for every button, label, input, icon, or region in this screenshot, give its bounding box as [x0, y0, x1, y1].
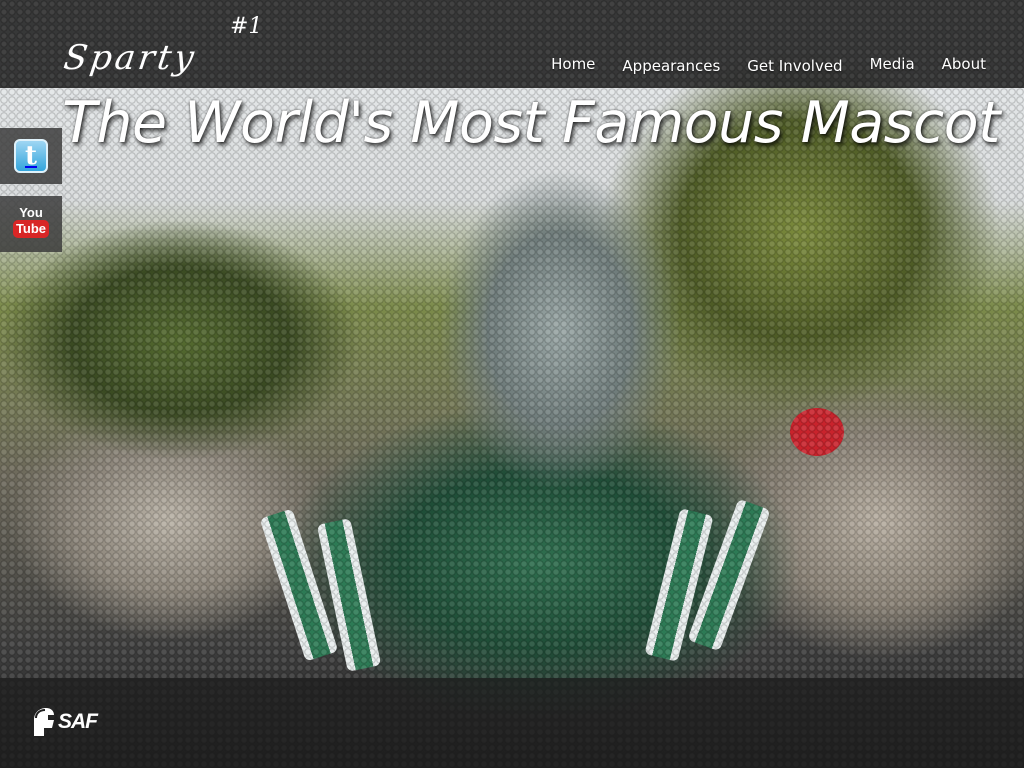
logo-badge: #1 — [230, 14, 263, 39]
nav-item-home[interactable]: Home — [551, 55, 595, 75]
page: Sparty #1 Home Appearances Get Involved … — [0, 0, 1024, 768]
site-logo[interactable]: Sparty #1 — [58, 14, 268, 88]
youtube-icon-bottom-text: Tube — [12, 220, 50, 238]
nav-item-about[interactable]: About — [942, 55, 986, 75]
twitter-icon: t — [14, 139, 48, 173]
site-header: Sparty #1 Home Appearances Get Involved … — [0, 0, 1024, 88]
footer-logo[interactable]: SAF — [30, 706, 98, 738]
youtube-icon: You Tube — [12, 205, 50, 242]
main-nav: Home Appearances Get Involved Media Abou… — [551, 55, 986, 75]
youtube-icon-top-text: You — [19, 205, 43, 220]
nav-item-media[interactable]: Media — [870, 55, 915, 75]
twitter-link[interactable]: t — [0, 128, 62, 184]
nav-item-appearances[interactable]: Appearances — [622, 57, 720, 75]
nav-item-get-involved[interactable]: Get Involved — [747, 57, 842, 75]
footer-logo-text: SAF — [58, 710, 98, 733]
hero-headline: The World's Most Famous Mascot — [62, 90, 1000, 156]
stop-sign-shape — [790, 408, 844, 456]
social-sidebar: t You Tube — [0, 128, 62, 264]
logo-wordmark: Sparty — [61, 38, 200, 78]
spartan-helmet-icon — [34, 708, 54, 736]
site-footer: SAF — [0, 678, 1024, 768]
mascot-shoulder-stripes — [259, 490, 771, 672]
youtube-link[interactable]: You Tube — [0, 196, 62, 252]
